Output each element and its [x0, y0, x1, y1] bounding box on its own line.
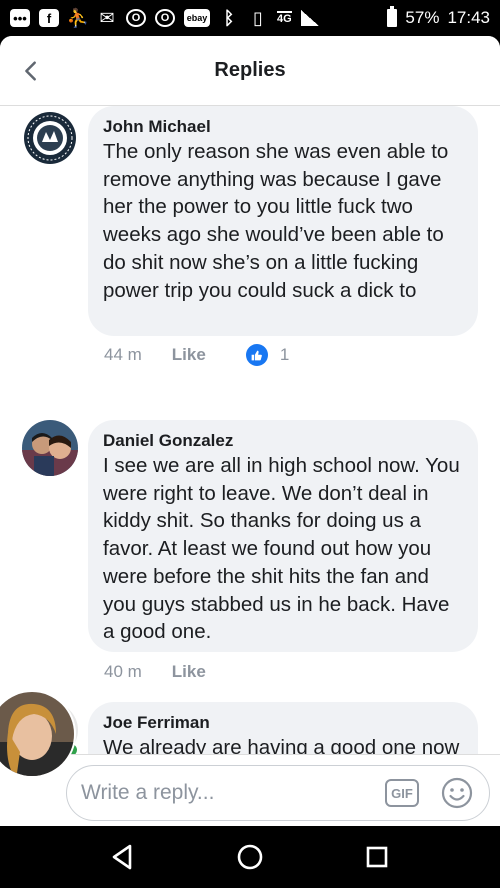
comment-timestamp: 44 m — [104, 345, 142, 364]
reply-placeholder: Write a reply... — [81, 781, 215, 804]
thumbs-up-icon — [245, 344, 268, 366]
comment-bubble[interactable]: John Michael The only reason she was eve… — [88, 106, 478, 336]
add-friend-icon: ⛹ — [66, 7, 90, 28]
emoji-icon[interactable] — [441, 777, 473, 809]
avatar[interactable] — [22, 110, 78, 166]
status-bar: ••• f ⛹ ✉ O O ebay ᛒ ▯ 4G 57% 17:43 — [0, 0, 500, 36]
avatar[interactable] — [22, 420, 78, 476]
reaction-summary[interactable]: 1 — [245, 344, 290, 366]
vibrate-icon: ▯ — [253, 7, 263, 28]
battery-icon — [387, 6, 398, 27]
opera-icon: O — [155, 9, 175, 27]
comment-author[interactable]: Daniel Gonzalez — [103, 430, 462, 452]
gif-button[interactable]: GIF — [385, 779, 419, 807]
comment-text: The only reason she was even able to rem… — [103, 140, 449, 302]
bluetooth-icon: ᛒ — [223, 7, 235, 28]
comment-text: We already are having a good one now tha… — [103, 736, 460, 754]
comment-text: I see we are all in high school now. You… — [103, 454, 460, 644]
page-title: Replies — [214, 59, 286, 81]
signal-icon — [300, 10, 319, 26]
reply-composer: Write a reply... GIF — [0, 754, 500, 826]
comment-timestamp: 40 m — [104, 662, 142, 681]
like-button[interactable]: Like — [172, 662, 206, 682]
chat-icon: ••• — [10, 9, 30, 27]
like-button[interactable]: Like — [172, 345, 206, 365]
system-nav-bar — [0, 826, 500, 888]
reaction-count: 1 — [279, 345, 290, 364]
ebay-icon: ebay — [184, 9, 210, 27]
facebook-icon: f — [39, 9, 59, 27]
back-button[interactable] — [16, 56, 46, 86]
replies-screen: Replies John Michael The only reason she… — [0, 36, 500, 826]
comment-actions: 44 m Like 1 — [104, 344, 289, 366]
comment-thread[interactable]: John Michael The only reason she was eve… — [0, 106, 500, 754]
chevron-left-icon — [25, 61, 36, 81]
square-recents-icon — [366, 846, 387, 868]
nav-back-button[interactable] — [103, 837, 143, 877]
comment-author[interactable]: John Michael — [103, 116, 462, 138]
comment-actions: 40 m Like — [104, 662, 206, 682]
comment-author[interactable]: Joe Ferriman — [103, 712, 462, 734]
comment-bubble[interactable]: Daniel Gonzalez I see we are all in high… — [88, 420, 478, 652]
triangle-back-icon — [113, 844, 132, 870]
nav-recents-button[interactable] — [357, 837, 397, 877]
opera-icon: O — [126, 9, 146, 27]
4g-lte-icon: 4G — [277, 11, 292, 25]
battery-percent: 57% — [405, 8, 440, 27]
header: Replies — [0, 36, 500, 106]
clock: 17:43 — [447, 8, 490, 27]
circle-home-icon — [237, 844, 263, 870]
comment-bubble[interactable]: Joe Ferriman We already are having a goo… — [88, 702, 478, 754]
reply-input[interactable]: Write a reply... GIF — [66, 765, 490, 821]
notification-icons: ••• f ⛹ ✉ O O ebay ᛒ ▯ 4G — [10, 7, 387, 28]
mail-icon: ✉ — [99, 7, 115, 28]
nav-home-button[interactable] — [230, 837, 270, 877]
